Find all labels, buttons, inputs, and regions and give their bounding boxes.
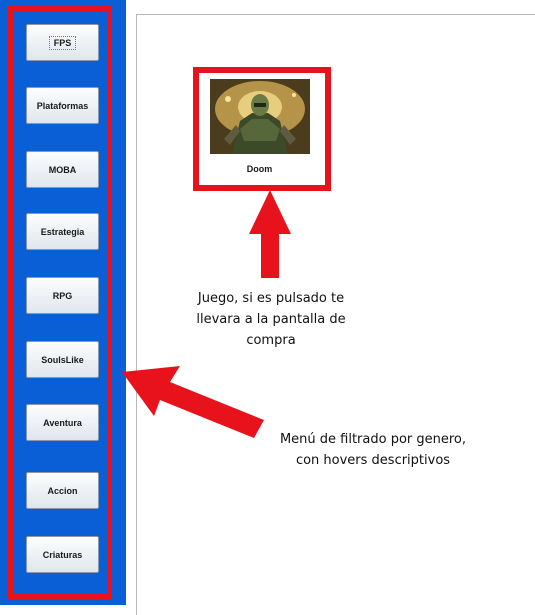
genre-button-estrategia[interactable]: Estrategia <box>26 213 99 250</box>
annotation-line: llevara a la pantalla de <box>196 312 346 327</box>
annotation-line: con hovers descriptivos <box>295 453 451 468</box>
genre-button-criaturas[interactable]: Criaturas <box>26 536 99 573</box>
genre-button-plataformas[interactable]: Plataformas <box>26 87 99 124</box>
menu-annotation: Menú de filtrado por genero, con hovers … <box>258 429 488 471</box>
panel-gap <box>126 0 136 605</box>
genre-button-label: FPS <box>48 35 77 50</box>
annotation-line: Menú de filtrado por genero, <box>279 432 467 447</box>
genre-button-soulslike[interactable]: SoulsLike <box>26 341 99 378</box>
genre-button-label: Estrategia <box>40 226 85 237</box>
genre-button-label: RPG <box>52 290 73 301</box>
genre-button-label: MOBA <box>48 164 77 175</box>
doom-slayer-art <box>210 79 310 154</box>
genre-button-label: Accion <box>47 485 78 496</box>
annotation-line: compra <box>246 333 296 348</box>
genre-button-aventura[interactable]: Aventura <box>26 404 99 441</box>
genre-button-label: Aventura <box>43 417 82 428</box>
game-card-annotation: Juego, si es pulsado te llevara a la pan… <box>176 288 366 351</box>
doom-slayer-image <box>210 79 310 154</box>
genre-button-label: SoulsLike <box>41 354 84 365</box>
game-card-title: Doom <box>246 164 273 174</box>
genre-button-rpg[interactable]: RPG <box>26 277 99 314</box>
arrow-up-icon <box>249 190 291 278</box>
annotation-line: Juego, si es pulsado te <box>197 291 345 306</box>
arrow-left-icon <box>122 366 264 438</box>
genre-button-accion[interactable]: Accion <box>26 472 99 509</box>
genre-button-label: Plataformas <box>36 100 89 111</box>
genre-button-fps[interactable]: FPS <box>26 24 99 61</box>
genre-button-moba[interactable]: MOBA <box>26 151 99 188</box>
game-card-doom[interactable]: Doom <box>207 76 312 178</box>
genre-button-label: Criaturas <box>42 549 83 560</box>
